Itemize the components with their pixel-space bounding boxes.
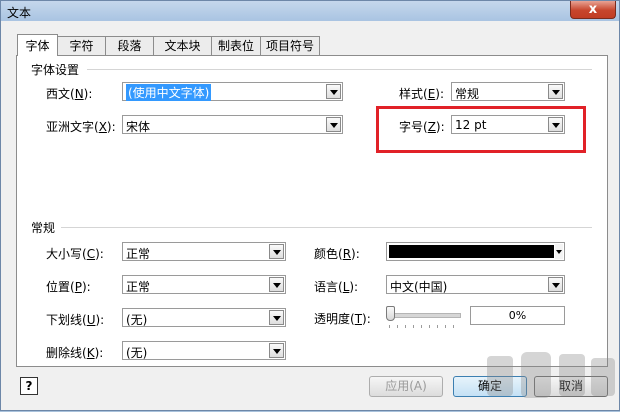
tab-font[interactable]: 字体 [17,34,58,56]
size-value: 12 pt [455,118,487,132]
position-select[interactable]: 正常 [122,275,286,294]
underline-label: 下划线(U): [46,313,105,327]
ok-button[interactable]: 确定 [453,376,527,397]
close-icon: x [588,2,598,17]
color-picker[interactable] [386,242,565,261]
chevron-down-icon[interactable] [326,117,341,132]
chevron-down-icon[interactable] [269,277,284,292]
western-font-select[interactable]: (使用中文字体) [122,82,343,101]
case-label: 大小写(C): [46,247,104,261]
strikethrough-select[interactable]: (无) [122,341,286,360]
cancel-button[interactable]: 取消 [534,376,608,397]
asian-font-value: 宋体 [126,120,151,134]
strikethrough-value: (无) [126,346,148,360]
language-label: 语言(L): [314,280,359,294]
general-title: 常规 [31,219,60,236]
tab-paragraph[interactable]: 段落 [105,36,154,55]
transparency-slider-track[interactable] [387,313,461,318]
chevron-down-icon[interactable] [269,310,284,325]
transparency-slider-handle[interactable] [386,306,395,321]
asian-font-label: 亚洲文字(X): [46,120,116,134]
transparency-input[interactable]: 0% [470,306,565,325]
underline-select[interactable]: (无) [122,308,286,327]
asian-font-select[interactable]: 宋体 [122,115,343,134]
color-swatch [389,245,554,258]
font-settings-title: 字体设置 [31,61,84,78]
style-label: 样式(E): [399,87,445,101]
chevron-down-icon[interactable] [326,84,341,99]
language-select[interactable]: 中文(中国) [386,275,565,294]
tab-bullets[interactable]: 项目符号 [260,36,320,55]
chevron-down-icon[interactable] [269,343,284,358]
size-select[interactable]: 12 pt [451,115,565,134]
group-divider [87,69,592,70]
help-button[interactable]: ? [20,377,38,395]
tab-character[interactable]: 字符 [57,36,106,55]
western-font-label: 西文(N): [46,87,93,101]
color-label: 颜色(R): [314,247,360,261]
chevron-down-icon[interactable] [548,277,563,292]
window-title: 文本 [7,6,32,20]
chevron-down-icon[interactable] [548,84,563,99]
title-bar[interactable]: 文本 x [1,1,619,21]
close-button[interactable]: x [570,1,616,19]
chevron-down-icon[interactable] [548,117,563,132]
position-label: 位置(P): [46,280,91,294]
tab-text-block[interactable]: 文本块 [153,36,212,55]
language-value: 中文(中国) [390,280,448,294]
slider-ticks [389,325,459,328]
help-icon: ? [25,379,33,393]
transparency-label: 透明度(T): [314,312,371,326]
tab-tabs[interactable]: 制表位 [211,36,261,55]
strikethrough-label: 删除线(K): [46,346,104,360]
position-value: 正常 [126,280,151,294]
case-value: 正常 [126,247,151,261]
text-dialog: 文本 x 字体 字符 段落 文本块 制表位 项目符号 字体设置 西文(N): (… [0,0,620,411]
western-font-value: (使用中文字体) [126,84,212,101]
case-select[interactable]: 正常 [122,242,286,261]
apply-button[interactable]: 应用(A) [369,376,443,397]
size-label: 字号(Z): [399,120,445,134]
group-divider [61,227,592,228]
chevron-down-icon[interactable] [555,244,563,259]
chevron-down-icon[interactable] [269,244,284,259]
style-value: 常规 [455,87,480,101]
style-select[interactable]: 常规 [451,82,565,101]
underline-value: (无) [126,313,148,327]
